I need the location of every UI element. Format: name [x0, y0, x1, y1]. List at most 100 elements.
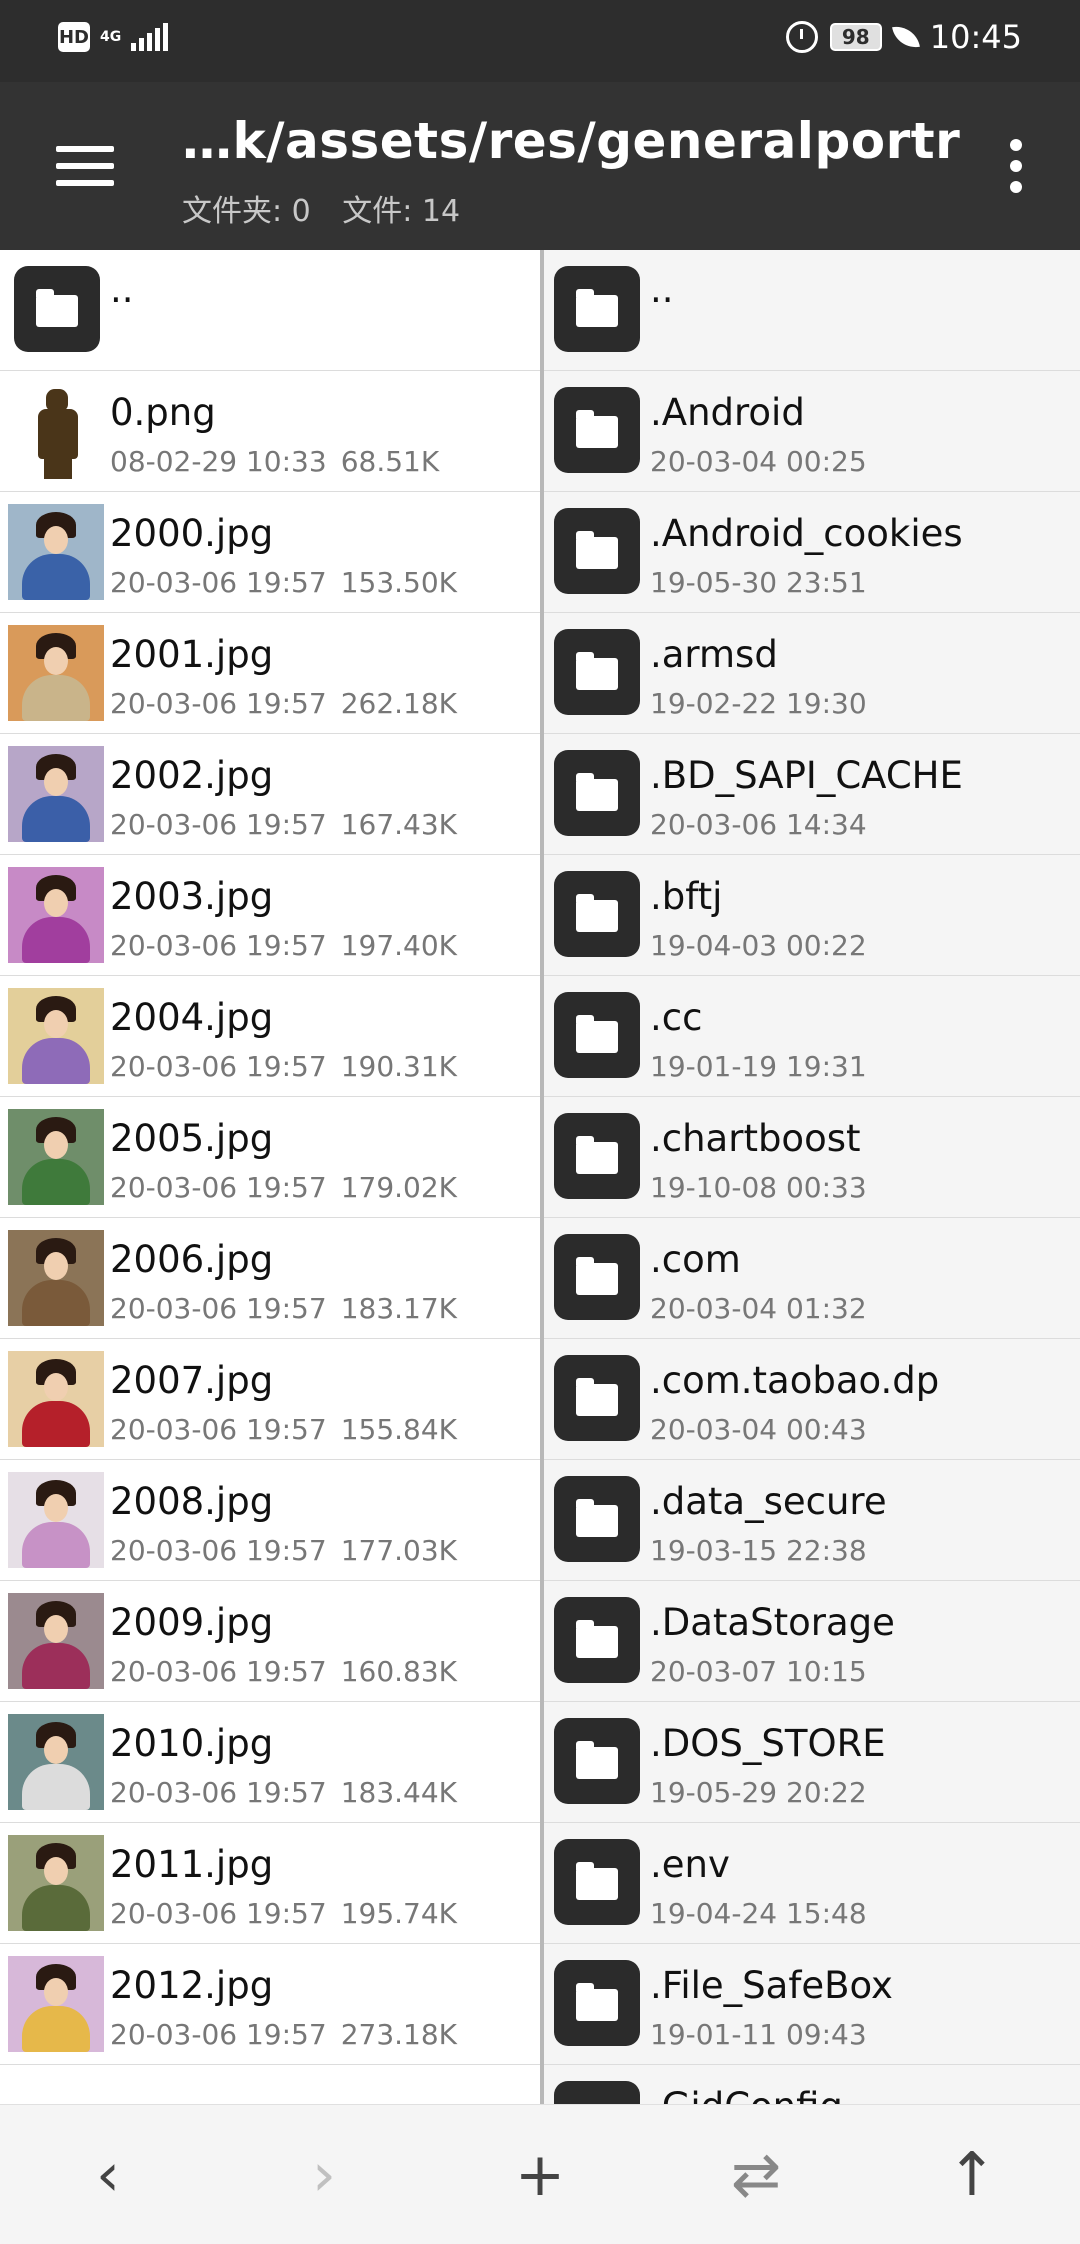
file-list: 0.png 08-02-29 10:33 68.51K 2000.jpg 20-03-0… [0, 371, 540, 2065]
portrait-thumbnail [8, 746, 104, 842]
folder-row[interactable]: .env 19-04-24 15:48 [544, 1823, 1080, 1944]
file-date: 20-03-06 19:57 [110, 808, 327, 841]
folder-date: 20-03-06 14:34 [650, 808, 867, 841]
portrait-image [8, 1956, 104, 2052]
file-name: 2010.jpg [110, 1722, 274, 1765]
folder-name: .File_SafeBox [650, 1964, 893, 2007]
file-meta: 20-03-06 19:57 177.03K [110, 1534, 457, 1567]
folder-date: 19-04-24 15:48 [650, 1897, 867, 1930]
file-meta: 20-03-06 19:57 167.43K [110, 808, 457, 841]
toolbar: …k/assets/res/generalportrait/ 文件夹: 0 文件… [0, 82, 1080, 250]
file-row[interactable]: 2005.jpg 20-03-06 19:57 179.02K [0, 1097, 540, 1218]
file-size: 177.03K [340, 1534, 458, 1567]
forward-button[interactable]: › [284, 2135, 364, 2215]
folder-date: 19-05-30 23:51 [650, 566, 867, 599]
file-row[interactable]: 2012.jpg 20-03-06 19:57 273.18K [0, 1944, 540, 2065]
network-type-label: 4G [100, 29, 122, 45]
folder-name: .chartboost [650, 1117, 861, 1160]
folder-row[interactable]: .com.taobao.dp 20-03-04 00:43 [544, 1339, 1080, 1460]
file-size: 183.17K [340, 1292, 458, 1325]
folder-name: .BD_SAPI_CACHE [650, 754, 963, 797]
folder-row[interactable]: .cc 19-01-19 19:31 [544, 976, 1080, 1097]
hd-icon: HD [58, 22, 90, 52]
file-row[interactable]: 2004.jpg 20-03-06 19:57 190.31K [0, 976, 540, 1097]
folder-row[interactable]: .DataStorage 20-03-07 10:15 [544, 1581, 1080, 1702]
file-size: 179.02K [340, 1171, 458, 1204]
clock-time: 10:45 [929, 18, 1022, 56]
back-button[interactable]: ‹ [68, 2135, 148, 2215]
folder-name: .com [650, 1238, 741, 1281]
file-meta: 20-03-06 19:57 190.31K [110, 1050, 457, 1083]
file-row[interactable]: 2002.jpg 20-03-06 19:57 167.43K [0, 734, 540, 855]
up-directory-button[interactable]: ↑ [932, 2135, 1012, 2215]
swap-panes-button[interactable]: ⇄ [716, 2135, 796, 2215]
folder-row[interactable]: .data_secure 19-03-15 22:38 [544, 1460, 1080, 1581]
file-name: 2000.jpg [110, 512, 274, 555]
folder-name: .env [650, 1843, 730, 1886]
folder-row[interactable]: .GidConfig [544, 2065, 1080, 2104]
status-left: HD 4G [58, 22, 169, 52]
file-size: 183.44K [340, 1776, 458, 1809]
file-date: 20-03-06 19:57 [110, 566, 327, 599]
file-row[interactable]: 2011.jpg 20-03-06 19:57 195.74K [0, 1823, 540, 1944]
folder-name: .Android [650, 391, 805, 434]
file-meta: 20-03-06 19:57 179.02K [110, 1171, 457, 1204]
file-row[interactable]: 2000.jpg 20-03-06 19:57 153.50K [0, 492, 540, 613]
file-date: 20-03-06 19:57 [110, 1655, 327, 1688]
file-row[interactable]: 2009.jpg 20-03-06 19:57 160.83K [0, 1581, 540, 1702]
file-size: 195.74K [340, 1897, 458, 1930]
silhouette-icon [38, 389, 78, 479]
folder-row[interactable]: .armsd 19-02-22 19:30 [544, 613, 1080, 734]
file-size: 273.18K [340, 2018, 458, 2051]
folder-row[interactable]: .chartboost 19-10-08 00:33 [544, 1097, 1080, 1218]
file-row[interactable]: 2007.jpg 20-03-06 19:57 155.84K [0, 1339, 540, 1460]
file-row[interactable]: 0.png 08-02-29 10:33 68.51K [0, 371, 540, 492]
folder-icon [554, 1476, 640, 1562]
folder-date: 19-04-03 00:22 [650, 929, 867, 962]
status-bar: HD 4G 98 10:45 [0, 0, 1080, 82]
portrait-image [8, 1351, 104, 1447]
more-options-icon[interactable] [996, 134, 1036, 198]
parent-directory-row[interactable]: .. [0, 250, 540, 371]
folder-name: .bftj [650, 875, 723, 918]
file-name: 2009.jpg [110, 1601, 274, 1644]
left-pane[interactable]: .. 0.png 08-02-29 10:33 68.51K 2000.jpg 20-0… [0, 250, 540, 2104]
image-thumbnail [8, 383, 104, 479]
portrait-thumbnail [8, 1956, 104, 2052]
file-size: 197.40K [340, 929, 458, 962]
folder-row[interactable]: .bftj 19-04-03 00:22 [544, 855, 1080, 976]
file-row[interactable]: 2010.jpg 20-03-06 19:57 183.44K [0, 1702, 540, 1823]
file-meta: 20-03-06 19:57 153.50K [110, 566, 457, 599]
folder-icon [554, 387, 640, 473]
folder-row[interactable]: .File_SafeBox 19-01-11 09:43 [544, 1944, 1080, 2065]
parent-directory-row[interactable]: .. [544, 250, 1080, 371]
file-date: 20-03-06 19:57 [110, 1413, 327, 1446]
folder-date: 20-03-04 00:43 [650, 1413, 867, 1446]
file-meta: 20-03-06 19:57 183.17K [110, 1292, 457, 1325]
folder-name: .com.taobao.dp [650, 1359, 940, 1402]
folder-row[interactable]: .BD_SAPI_CACHE 20-03-06 14:34 [544, 734, 1080, 855]
folder-row[interactable]: .com 20-03-04 01:32 [544, 1218, 1080, 1339]
folder-name: .data_secure [650, 1480, 887, 1523]
add-button[interactable]: + [500, 2135, 580, 2215]
folder-icon [554, 871, 640, 957]
folder-row[interactable]: .Android_cookies 19-05-30 23:51 [544, 492, 1080, 613]
file-meta: 20-03-06 19:57 183.44K [110, 1776, 457, 1809]
file-name: 2002.jpg [110, 754, 274, 797]
file-row[interactable]: 2003.jpg 20-03-06 19:57 197.40K [0, 855, 540, 976]
folder-row[interactable]: .DOS_STORE 19-05-29 20:22 [544, 1702, 1080, 1823]
folder-row[interactable]: .Android 20-03-04 00:25 [544, 371, 1080, 492]
folder-date: 19-10-08 00:33 [650, 1171, 867, 1204]
file-row[interactable]: 2001.jpg 20-03-06 19:57 262.18K [0, 613, 540, 734]
file-row[interactable]: 2008.jpg 20-03-06 19:57 177.03K [0, 1460, 540, 1581]
folder-icon [554, 1355, 640, 1441]
menu-icon[interactable] [44, 134, 124, 198]
bottom-bar: ‹ › + ⇄ ↑ [0, 2104, 1080, 2244]
dual-pane: .. 0.png 08-02-29 10:33 68.51K 2000.jpg 20-0… [0, 250, 1080, 2104]
portrait-image [8, 1472, 104, 1568]
folder-name: .armsd [650, 633, 778, 676]
folder-list: .Android 20-03-04 00:25 .Android_cookies 19… [544, 371, 1080, 2104]
right-pane[interactable]: .. .Android 20-03-04 00:25 .Android_cookie… [544, 250, 1080, 2104]
file-name: 0.png [110, 391, 216, 434]
file-row[interactable]: 2006.jpg 20-03-06 19:57 183.17K [0, 1218, 540, 1339]
